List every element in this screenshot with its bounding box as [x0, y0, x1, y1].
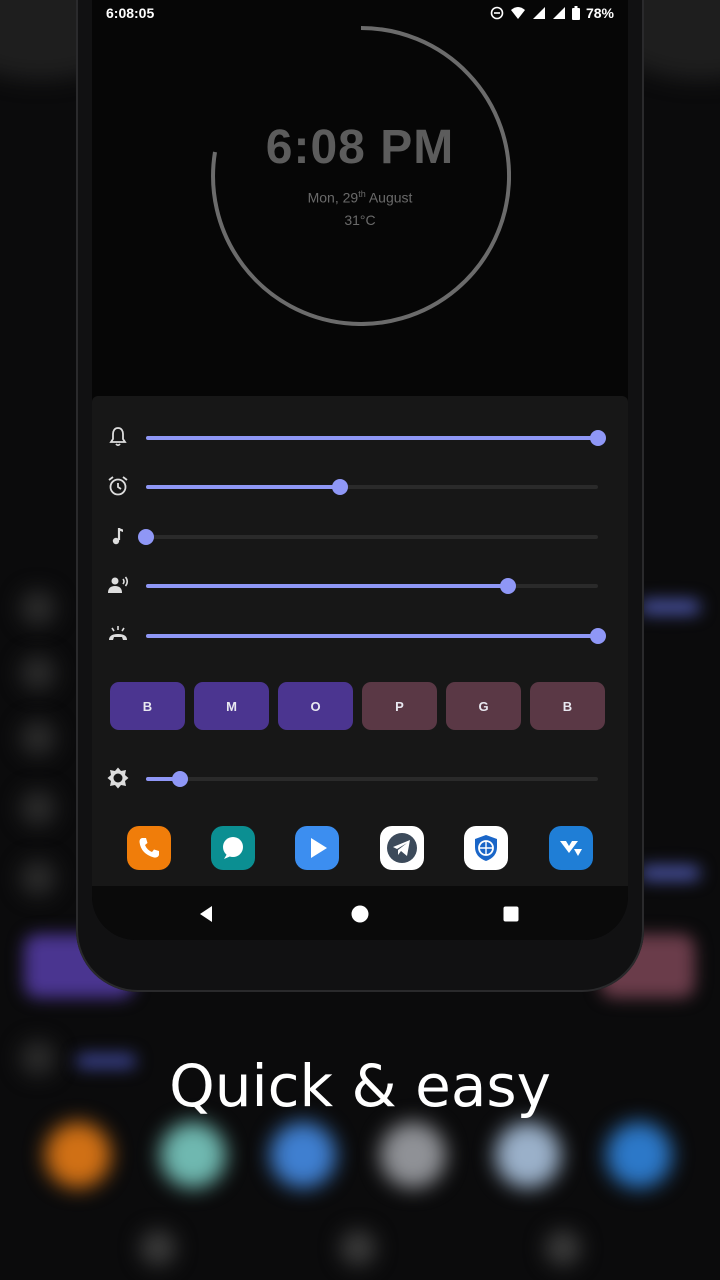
cell-signal-2-icon — [552, 7, 565, 19]
mode-button-5[interactable]: G — [446, 682, 521, 730]
voice-call-volume-row — [92, 565, 628, 605]
brightness-row — [92, 758, 628, 798]
cell-signal-icon — [532, 7, 545, 19]
dnd-icon — [490, 6, 504, 20]
slider-fill — [146, 436, 598, 440]
slider-knob[interactable] — [590, 628, 606, 644]
slider-knob[interactable] — [332, 479, 348, 495]
recents-icon[interactable] — [501, 904, 521, 924]
voice-call-icon — [108, 576, 129, 593]
status-time: 6:08:05 — [106, 5, 155, 21]
notification-volume-row — [92, 615, 628, 655]
browser-shield-app-icon[interactable] — [464, 826, 508, 870]
media-volume-row — [92, 516, 628, 556]
mx-player-app-icon[interactable] — [549, 826, 593, 870]
slider-knob[interactable] — [500, 578, 516, 594]
mode-button-4[interactable]: P — [362, 682, 437, 730]
slider-fill — [146, 634, 598, 638]
alarm-volume-slider[interactable] — [146, 479, 598, 495]
notification-volume-slider[interactable] — [146, 628, 606, 644]
telegram-app-icon[interactable] — [380, 826, 424, 870]
messages-app-icon[interactable] — [211, 826, 255, 870]
phone-app-icon[interactable] — [127, 826, 171, 870]
phone-screen: 6:08:05 78% 6:08 PM Mon, 29th August 31°… — [92, 0, 628, 940]
play-app-icon[interactable] — [295, 826, 339, 870]
music-note-icon — [112, 528, 123, 545]
slider-knob[interactable] — [590, 430, 606, 446]
mode-button-6[interactable]: B — [530, 682, 605, 730]
mode-buttons: BMOPGB — [110, 682, 610, 730]
ringtone-volume-row — [92, 417, 628, 457]
ringer-icon — [109, 626, 127, 640]
battery-percent: 78% — [585, 5, 614, 21]
home-icon[interactable] — [350, 904, 370, 924]
phone-frame: 6:08:05 78% 6:08 PM Mon, 29th August 31°… — [76, 0, 644, 992]
alarm-clock-icon — [108, 476, 128, 496]
slider-fill — [146, 584, 508, 588]
battery-icon — [571, 6, 580, 20]
status-icons: 78% — [490, 5, 614, 21]
clock-ring — [211, 26, 511, 326]
bell-icon — [109, 427, 127, 447]
brightness-slider[interactable] — [146, 771, 598, 787]
ringtone-volume-slider[interactable] — [146, 430, 606, 446]
clock-temperature: 31°C — [344, 212, 376, 228]
media-volume-slider[interactable] — [138, 529, 598, 545]
alarm-volume-row — [92, 466, 628, 506]
voice-call-volume-slider[interactable] — [146, 578, 598, 594]
slider-fill — [146, 485, 340, 489]
mode-button-1[interactable]: B — [110, 682, 185, 730]
wifi-icon — [510, 7, 525, 19]
status-bar: 6:08:05 78% — [92, 0, 628, 28]
back-icon[interactable] — [197, 904, 217, 924]
brightness-icon — [107, 767, 129, 789]
mode-button-2[interactable]: M — [194, 682, 269, 730]
clock-date: Mon, 29th August — [307, 189, 413, 206]
slider-knob[interactable] — [172, 771, 188, 787]
clock-time: 6:08 PM — [265, 121, 455, 174]
slider-knob[interactable] — [138, 529, 154, 545]
mode-button-3[interactable]: O — [278, 682, 353, 730]
volume-panel: BMOPGB — [92, 396, 628, 886]
navigation-bar — [92, 886, 628, 940]
app-dock — [92, 826, 628, 870]
promo-caption: Quick & easy — [169, 1052, 551, 1120]
